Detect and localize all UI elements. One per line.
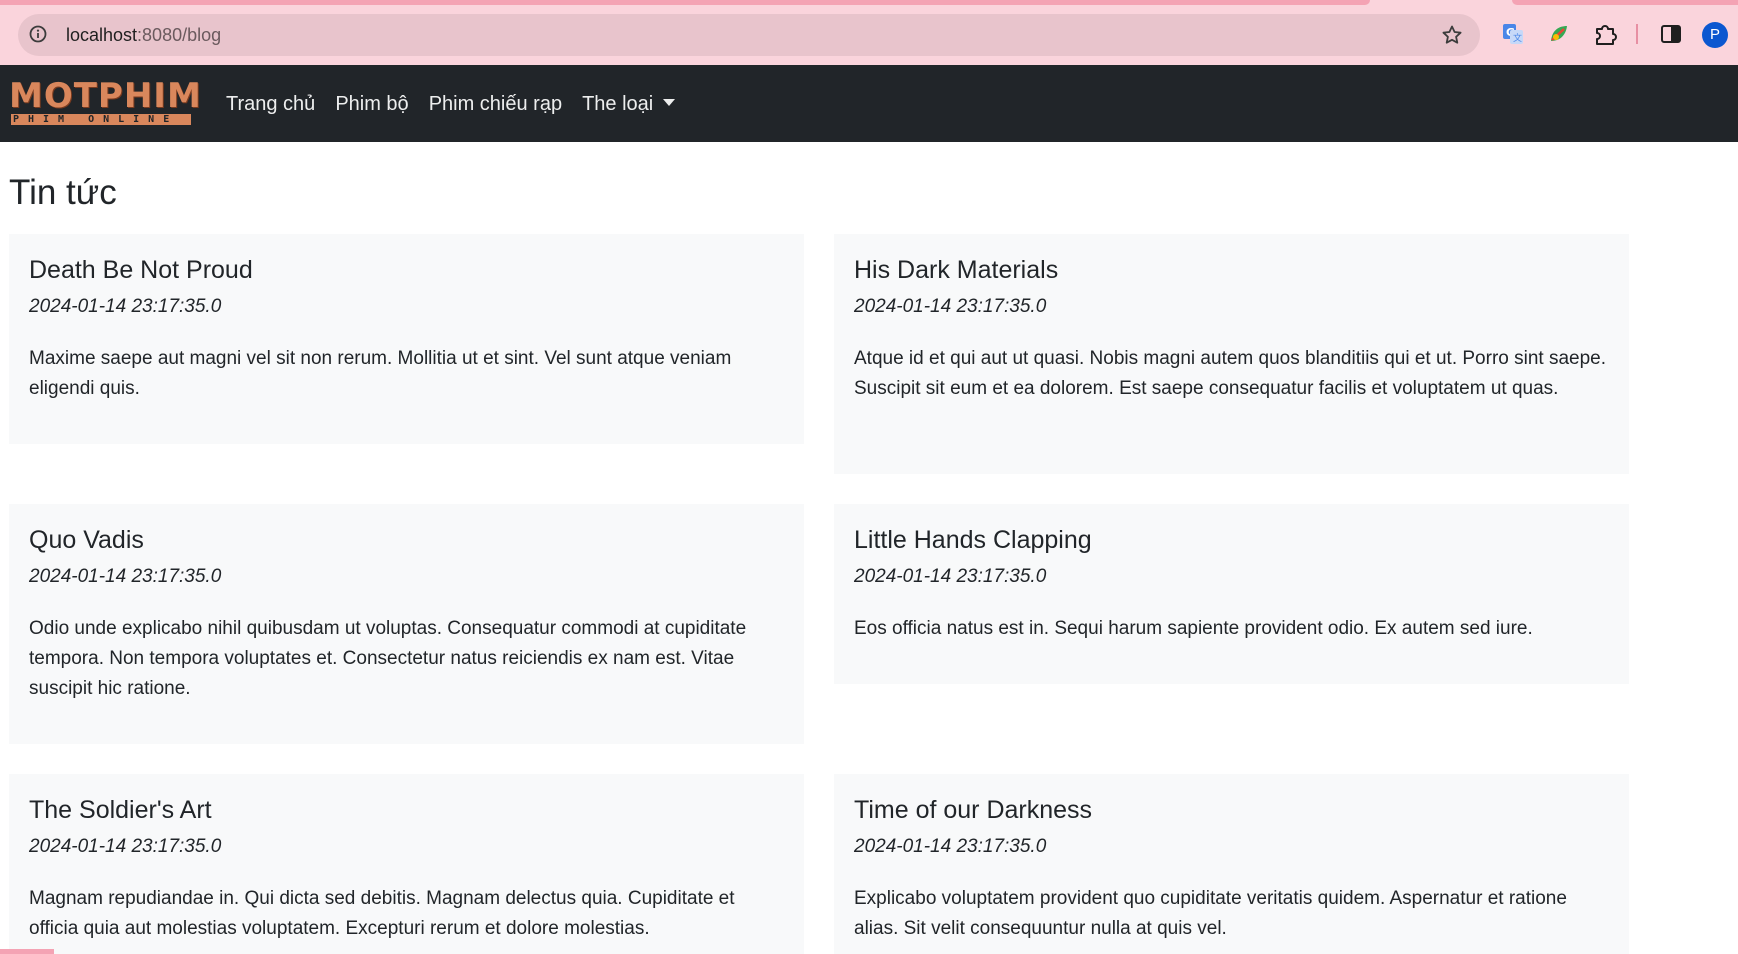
url-path: :8080/blog [137,25,222,45]
page-title: Tin tức [9,173,117,212]
post-date: 2024-01-14 23:17:35.0 [29,566,222,587]
url-host: localhost [66,25,138,45]
post-card: The Soldier's Art 2024-01-14 23:17:35.0 … [9,774,804,954]
post-title[interactable]: Quo Vadis [29,524,784,556]
brand-subtitle: PHIM ONLINE [11,114,191,125]
toolbar-divider [1636,24,1638,44]
tab-strip [0,0,1370,5]
post-title[interactable]: Death Be Not Proud [29,254,784,286]
post-title[interactable]: The Soldier's Art [29,794,784,826]
caret-down-icon [663,99,676,107]
nav-link-series[interactable]: Phim bộ [335,92,408,116]
nav-link-cinema[interactable]: Phim chiếu rạp [429,92,562,116]
nav-dropdown-genre[interactable]: The loại [582,92,676,116]
post-body: Eos officia natus est in. Sequi harum sa… [854,618,1533,639]
puzzle-icon[interactable] [1592,21,1618,47]
post-date: 2024-01-14 23:17:35.0 [854,566,1047,587]
profile-avatar[interactable]: P [1702,22,1728,48]
sidepanel-icon[interactable] [1658,21,1684,47]
post-card: Quo Vadis 2024-01-14 23:17:35.0 Odio und… [9,504,804,744]
post-body: Odio unde explicabo nihil quibusdam ut v… [29,618,747,699]
nav-links: Trang chủ Phim bộ Phim chiếu rạp The loạ… [226,92,695,116]
brand-word: MOTPHIM [9,76,202,116]
address-bar[interactable]: localhost:8080/blog [18,14,1480,56]
nav-link-home[interactable]: Trang chủ [226,92,315,116]
extension-leaf-icon[interactable] [1546,21,1572,47]
post-card: His Dark Materials 2024-01-14 23:17:35.0… [834,234,1629,474]
scroll-indicator [0,949,54,954]
post-body: Maxime saepe aut magni vel sit non rerum… [29,348,732,399]
info-icon[interactable] [29,25,47,43]
post-body: Magnam repudiandae in. Qui dicta sed deb… [29,888,735,939]
post-card: Death Be Not Proud 2024-01-14 23:17:35.0… [9,234,804,444]
post-date: 2024-01-14 23:17:35.0 [29,296,222,317]
brand-logo[interactable]: MOTPHIM PHIM ONLINE [9,76,201,128]
post-date: 2024-01-14 23:17:35.0 [29,836,222,857]
post-body: Explicabo voluptatem provident quo cupid… [854,888,1567,939]
post-title[interactable]: Little Hands Clapping [854,524,1609,556]
svg-text:文: 文 [1513,32,1522,44]
site-navbar: MOTPHIM PHIM ONLINE Trang chủ Phim bộ Ph… [0,65,1738,142]
post-card: Time of our Darkness 2024-01-14 23:17:35… [834,774,1629,954]
url-text[interactable]: localhost:8080/blog [66,25,221,45]
star-icon[interactable] [1440,23,1464,47]
post-date: 2024-01-14 23:17:35.0 [854,296,1047,317]
post-body: Atque id et qui aut ut quasi. Nobis magn… [854,348,1607,399]
tab-strip-right [1512,0,1738,5]
post-title[interactable]: Time of our Darkness [854,794,1609,826]
post-card: Little Hands Clapping 2024-01-14 23:17:3… [834,504,1629,684]
post-date: 2024-01-14 23:17:35.0 [854,836,1047,857]
browser-toolbar: localhost:8080/blog G 文 P [0,0,1738,65]
translate-icon[interactable]: G 文 [1500,21,1526,47]
post-title[interactable]: His Dark Materials [854,254,1609,286]
nav-dropdown-label: The loại [582,93,654,115]
